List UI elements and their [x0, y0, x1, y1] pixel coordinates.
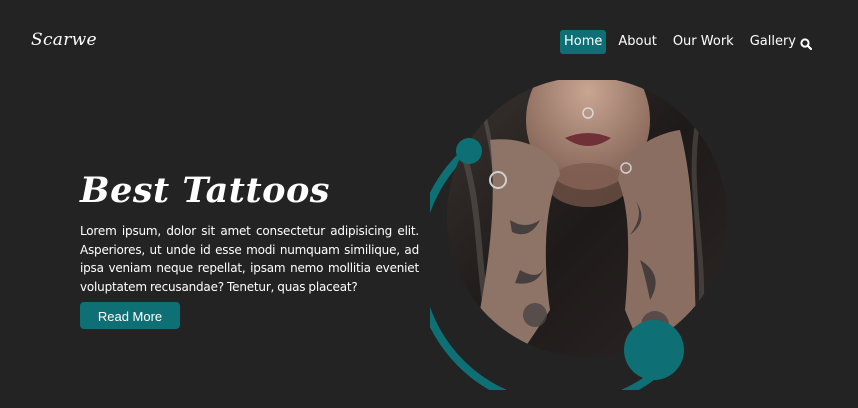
brand-logo[interactable]: Scarwe: [31, 30, 97, 50]
nav-item-our-work[interactable]: Our Work: [669, 30, 738, 54]
main-nav: Home About Our Work Gallery: [560, 30, 808, 54]
hero-description: Lorem ipsum, dolor sit amet consectetur …: [80, 224, 419, 294]
hero-title: Best Tattoos: [80, 170, 331, 211]
nav-item-about[interactable]: About: [614, 30, 660, 54]
hero-image-frame: [430, 80, 740, 390]
decorative-dot-small: [456, 138, 482, 164]
nav-item-home[interactable]: Home: [560, 30, 607, 54]
nav-item-gallery[interactable]: Gallery: [746, 30, 800, 54]
tattoo-model-photo: [447, 80, 727, 357]
search-icon[interactable]: [800, 35, 813, 51]
landing-page: Scarwe Home About Our Work Gallery Best …: [0, 0, 858, 408]
decorative-dot-large: [624, 320, 684, 380]
read-more-button[interactable]: Read More: [80, 302, 180, 329]
